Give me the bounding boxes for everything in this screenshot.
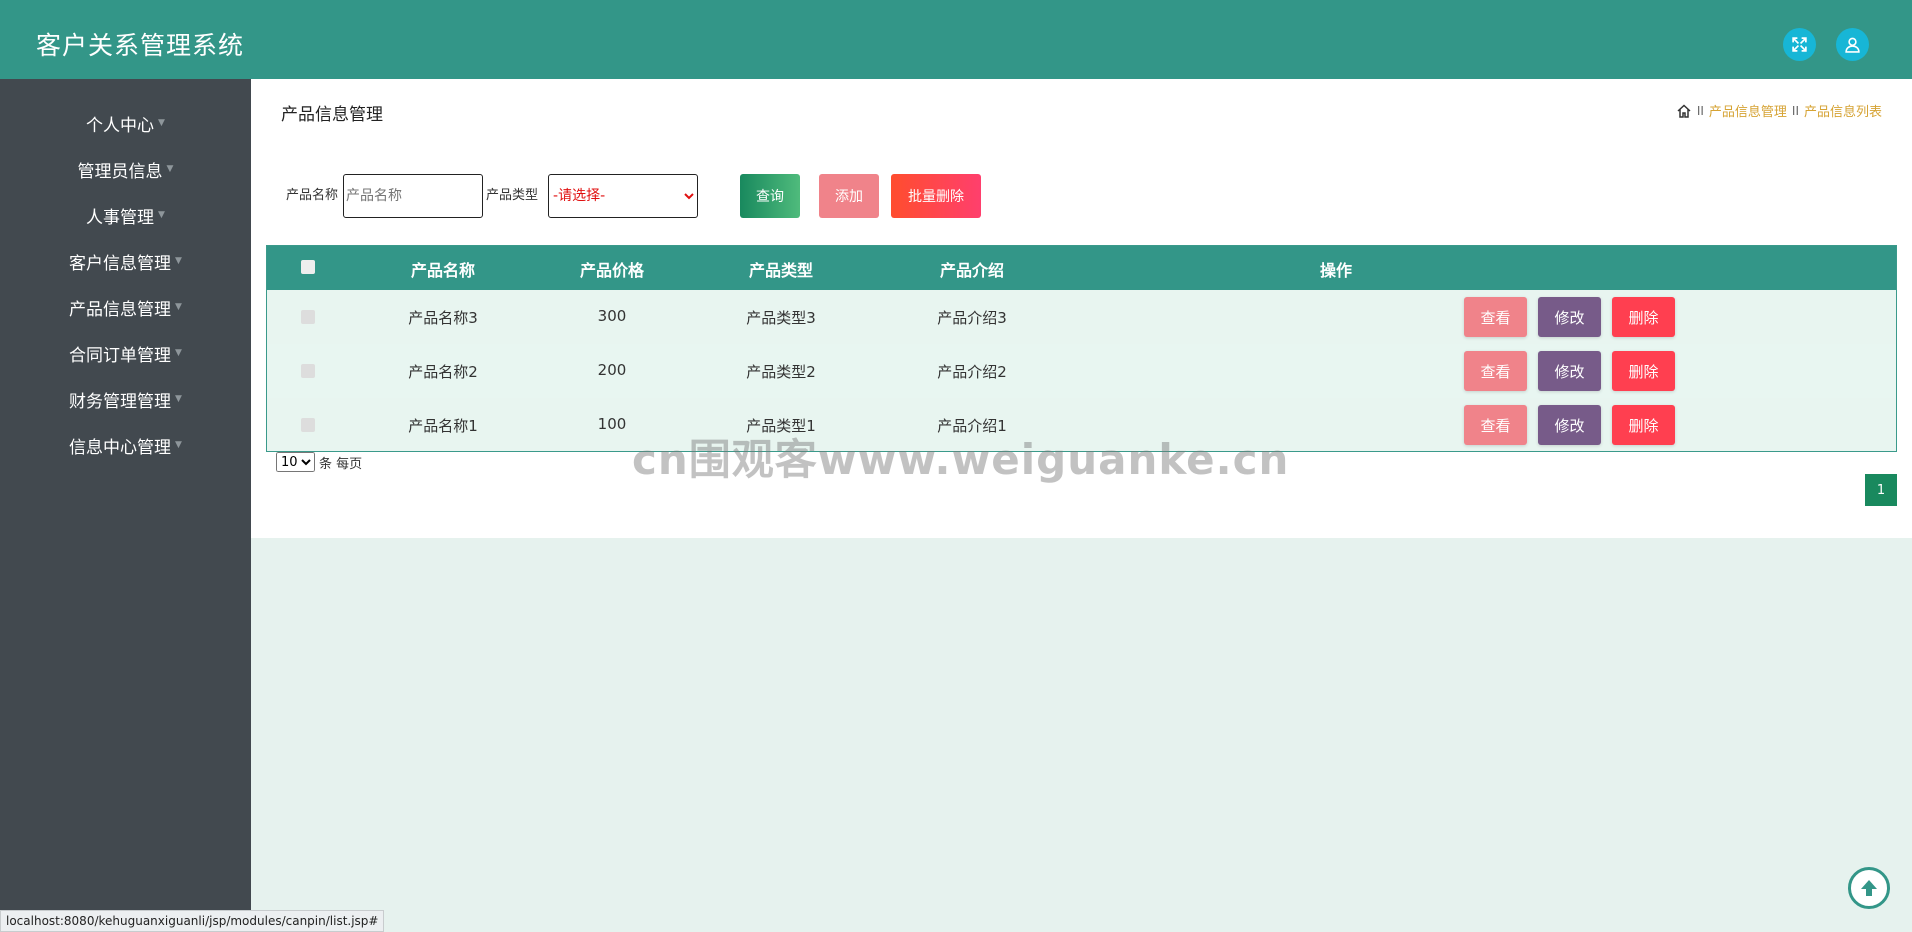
caret-down-icon: ▼	[158, 118, 165, 128]
sidebar-item-label: 产品信息管理	[69, 299, 172, 320]
view-button[interactable]: 查看	[1464, 351, 1527, 391]
table-header: 产品名称 产品价格 产品类型 产品介绍 操作	[267, 246, 1896, 290]
view-button[interactable]: 查看	[1464, 297, 1527, 337]
sidebar-item-finance[interactable]: 财务管理管理 ▼	[0, 376, 251, 422]
product-type-label: 产品类型	[486, 187, 539, 203]
edit-button[interactable]: 修改	[1538, 351, 1601, 391]
page-title: 产品信息管理	[281, 105, 383, 125]
table-row: 产品名称3 300 产品类型3 产品介绍3 查看 修改 删除	[267, 290, 1896, 344]
cell-type: 产品类型1	[746, 417, 816, 435]
delete-button[interactable]: 删除	[1612, 405, 1675, 445]
col-header-type[interactable]: 产品类型	[749, 257, 813, 281]
status-bar-url: localhost:8080/kehuguanxiguanli/jsp/modu…	[0, 910, 385, 932]
row-checkbox[interactable]	[301, 310, 315, 324]
col-header-actions: 操作	[1319, 261, 1353, 280]
fullscreen-icon	[1792, 37, 1807, 52]
breadcrumb-level2[interactable]: 产品信息列表	[1804, 101, 1882, 120]
product-table: 产品名称 产品价格 产品类型 产品介绍 操作 产品名称3 300 产品类型3 产…	[266, 245, 1897, 452]
breadcrumb-separator: II	[1696, 103, 1704, 118]
cell-price: 100	[597, 415, 627, 433]
delete-button[interactable]: 删除	[1612, 351, 1675, 391]
table-row: 产品名称2 200 产品类型2 产品介绍2 查看 修改 删除	[267, 344, 1896, 398]
cell-intro: 产品介绍2	[937, 363, 1007, 381]
caret-down-icon: ▼	[175, 256, 182, 266]
caret-down-icon: ▼	[175, 440, 182, 450]
col-header-name[interactable]: 产品名称	[411, 257, 475, 281]
sidebar-item-label: 个人中心	[86, 115, 155, 136]
cell-type: 产品类型2	[746, 363, 816, 381]
top-header: 客户关系管理系统	[0, 0, 1912, 79]
cell-price: 300	[597, 307, 627, 325]
add-button[interactable]: 添加	[819, 174, 880, 218]
sidebar-item-label: 管理员信息	[77, 161, 163, 182]
arrow-up-icon	[1861, 880, 1877, 896]
user-button[interactable]	[1836, 28, 1869, 61]
sidebar-item-label: 财务管理管理	[69, 391, 172, 412]
user-icon	[1845, 37, 1860, 53]
caret-down-icon: ▼	[175, 302, 182, 312]
scroll-to-top-button[interactable]	[1848, 867, 1890, 909]
delete-button[interactable]: 删除	[1612, 297, 1675, 337]
cell-intro: 产品介绍1	[937, 417, 1007, 435]
table-row: 产品名称1 100 产品类型1 产品介绍1 查看 修改 删除	[267, 398, 1896, 452]
product-name-label: 产品名称	[286, 187, 339, 203]
caret-down-icon: ▼	[175, 348, 182, 358]
caret-down-icon: ▼	[158, 210, 165, 220]
sidebar-item-admin-info[interactable]: 管理员信息 ▼	[0, 146, 251, 192]
product-type-select[interactable]: -请选择-	[548, 174, 699, 218]
sidebar: 个人中心 ▼ 管理员信息 ▼ 人事管理 ▼ 客户信息管理 ▼ 产品信息管理 ▼ 合同订单管…	[0, 79, 251, 932]
search-bar: 产品名称 产品类型 -请选择- 查询 添加 批量删除	[286, 174, 982, 218]
main-panel: 产品信息管理 II 产品信息管理 II 产品信息列表 产品名称 产品类型 -请选…	[251, 79, 1912, 538]
cell-type: 产品类型3	[746, 309, 816, 327]
breadcrumb: II 产品信息管理 II 产品信息列表	[1676, 101, 1882, 120]
fullscreen-button[interactable]	[1783, 28, 1816, 61]
sidebar-item-customer-info[interactable]: 客户信息管理 ▼	[0, 238, 251, 284]
sidebar-item-personal-center[interactable]: 个人中心 ▼	[0, 100, 251, 146]
edit-button[interactable]: 修改	[1538, 405, 1601, 445]
sidebar-item-product-info[interactable]: 产品信息管理 ▼	[0, 284, 251, 330]
col-header-price[interactable]: 产品价格	[580, 257, 644, 281]
breadcrumb-level1[interactable]: 产品信息管理	[1709, 101, 1787, 120]
cell-name: 产品名称2	[408, 363, 478, 381]
sidebar-item-label: 合同订单管理	[69, 345, 172, 366]
home-icon[interactable]	[1676, 103, 1692, 119]
view-button[interactable]: 查看	[1464, 405, 1527, 445]
caret-down-icon: ▼	[166, 164, 174, 174]
sidebar-item-info-center[interactable]: 信息中心管理 ▼	[0, 422, 251, 468]
edit-button[interactable]: 修改	[1538, 297, 1601, 337]
page-size-suffix: 条 每页	[319, 456, 363, 472]
col-header-intro[interactable]: 产品介绍	[940, 257, 1004, 281]
sidebar-item-hr[interactable]: 人事管理 ▼	[0, 192, 251, 238]
row-checkbox[interactable]	[301, 418, 315, 432]
sidebar-item-label: 信息中心管理	[69, 437, 172, 458]
row-checkbox[interactable]	[301, 364, 315, 378]
bulk-delete-button[interactable]: 批量删除	[891, 174, 982, 218]
page-size-select[interactable]: 10	[276, 452, 315, 472]
sidebar-item-label: 人事管理	[86, 207, 155, 228]
app-title: 客户关系管理系统	[36, 31, 245, 60]
breadcrumb-separator: II	[1791, 103, 1799, 118]
cell-name: 产品名称3	[408, 309, 478, 327]
caret-down-icon: ▼	[175, 394, 182, 404]
page-size-control: 10 条 每页	[276, 452, 362, 472]
cell-name: 产品名称1	[408, 417, 478, 435]
select-all-checkbox[interactable]	[301, 260, 315, 274]
sidebar-item-label: 客户信息管理	[69, 253, 172, 274]
product-name-input[interactable]	[343, 174, 484, 218]
cell-price: 200	[597, 361, 627, 379]
cell-intro: 产品介绍3	[937, 309, 1007, 327]
query-button[interactable]: 查询	[740, 174, 801, 218]
pagination-page-1[interactable]: 1	[1865, 474, 1897, 506]
sidebar-item-contract-orders[interactable]: 合同订单管理 ▼	[0, 330, 251, 376]
